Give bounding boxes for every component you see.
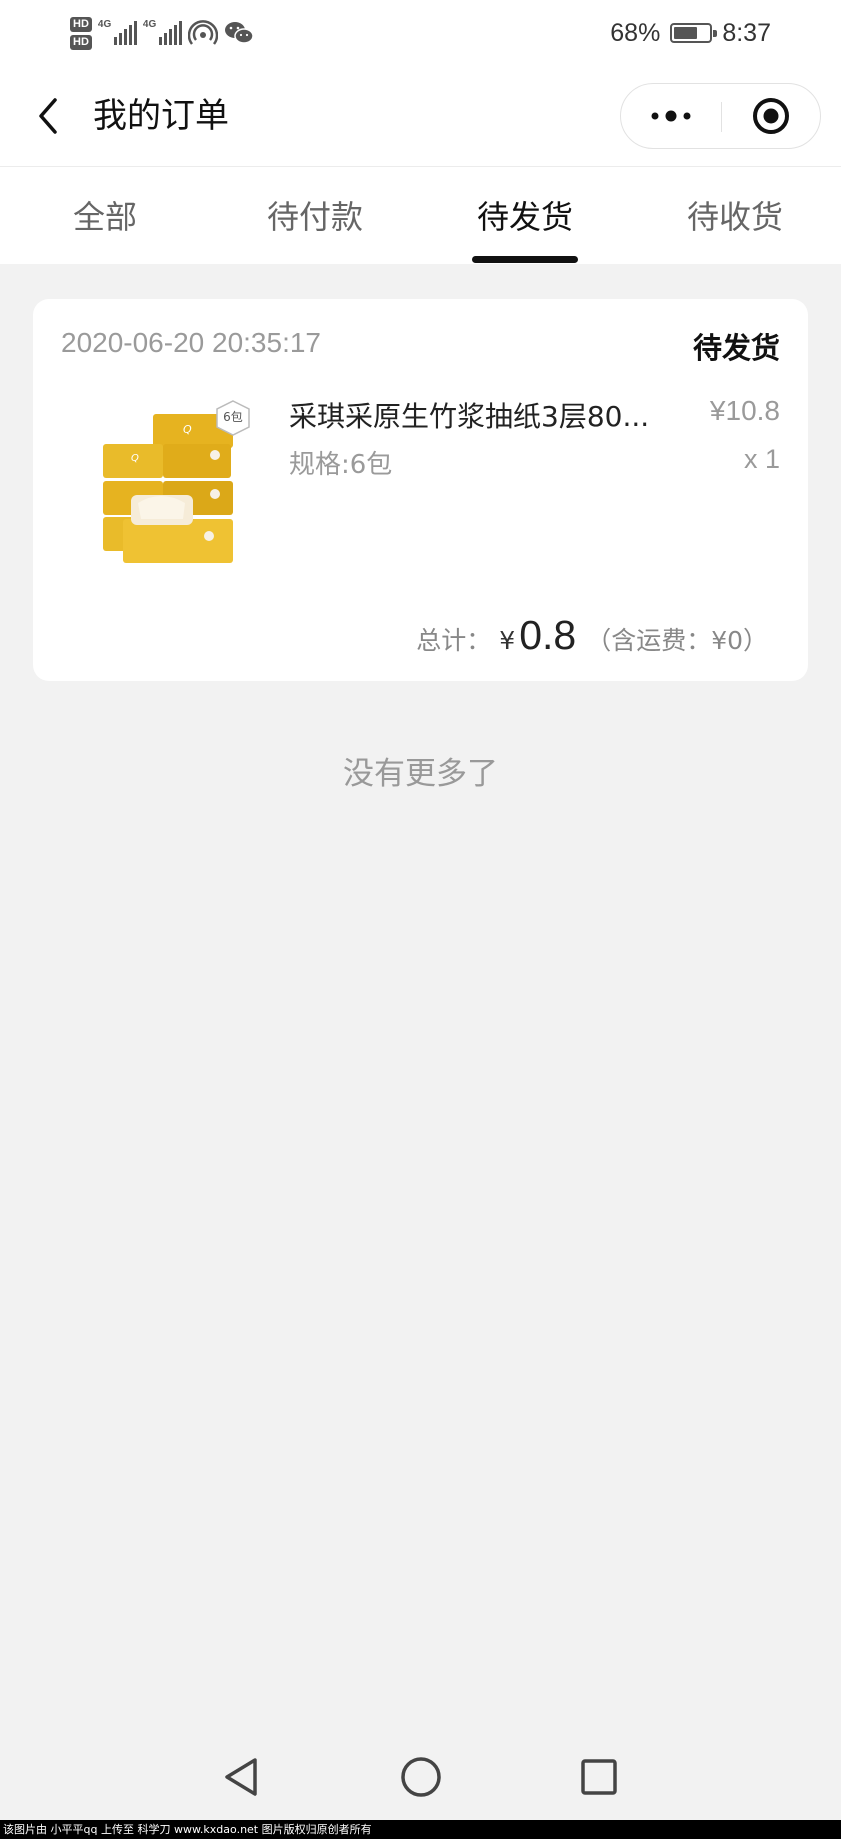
nav-bar: 我的订单 [0,66,841,166]
product-name: 采琪采原生竹浆抽纸3层80... [289,400,650,433]
tab-label: 待收货 [686,198,783,236]
tab-pending-shipment[interactable]: 待发货 [420,167,630,263]
chevron-left-icon [39,98,57,134]
hd-indicators: HD HD [70,16,92,50]
tab-pending-payment[interactable]: 待付款 [210,167,420,263]
target-close-icon [753,98,789,134]
system-back-button[interactable] [214,1750,268,1804]
status-bar: HD HD 4G 4G 68% 8:37 [0,0,841,66]
back-button[interactable] [22,90,74,142]
square-recents-icon [581,1759,617,1795]
signal-icon-1: 4G [97,19,137,45]
more-button[interactable] [621,84,721,148]
total-label: 总计： [416,626,492,655]
circle-home-icon [401,1757,441,1797]
signal-icon-2: 4G [142,19,182,45]
product-image-badge: 6包 [223,410,243,424]
hd-badge-1: HD [70,16,92,32]
tab-label: 待发货 [476,198,573,236]
system-navigation-bar [0,1730,841,1820]
hotspot-icon [187,18,219,48]
triangle-back-icon [225,1758,257,1796]
svg-text:Q: Q [183,423,192,436]
product-quantity: x 1 [743,444,780,474]
page-title: 我的订单 [93,96,229,136]
order-tabs: 全部 待付款 待发货 待收货 [0,166,841,264]
tab-label: 全部 [72,198,137,236]
network-type-2: 4G [142,19,157,30]
status-icons-left: HD HD 4G 4G [70,10,254,56]
svg-text:Q: Q [131,453,139,464]
battery-icon [670,23,718,43]
total-amount: 0.8 [519,612,577,658]
product-price: ¥10.8 [709,395,780,426]
more-dots-icon [651,110,691,122]
order-total: 总计： ¥ 0.8 （含运费：¥0） [416,612,768,659]
no-more-text: 没有更多了 [343,756,498,792]
order-card[interactable]: 2020-06-20 20:35:17 待发货 Q Q 6包 采琪采原生竹浆抽纸… [33,299,808,681]
wechat-icon [224,20,254,46]
status-icons-right: 68% 8:37 [610,14,771,52]
order-time: 2020-06-20 20:35:17 [61,327,321,358]
tab-pending-receipt[interactable]: 待收货 [630,167,840,263]
total-currency: ¥ [499,626,516,655]
order-status: 待发货 [692,331,780,365]
tab-label: 待付款 [266,198,363,236]
product-spec: 规格:6包 [289,450,393,480]
clock: 8:37 [722,18,771,47]
system-home-button[interactable] [394,1750,448,1804]
tab-all[interactable]: 全部 [0,167,210,263]
product-image[interactable]: Q Q 6包 [83,399,259,575]
watermark-bar: 该图片由 小平平qq 上传至 科学刀 www.kxdao.net 图片版权归原创… [0,1820,841,1839]
active-tab-indicator [472,256,578,263]
network-type-1: 4G [97,19,112,30]
shipping-fee: （含运费：¥0） [586,626,768,655]
close-mini-program-button[interactable] [722,84,820,148]
mini-program-capsule [620,83,821,149]
system-recents-button[interactable] [572,1750,626,1804]
battery-percent: 68% [610,18,661,47]
hd-badge-2: HD [70,34,92,50]
